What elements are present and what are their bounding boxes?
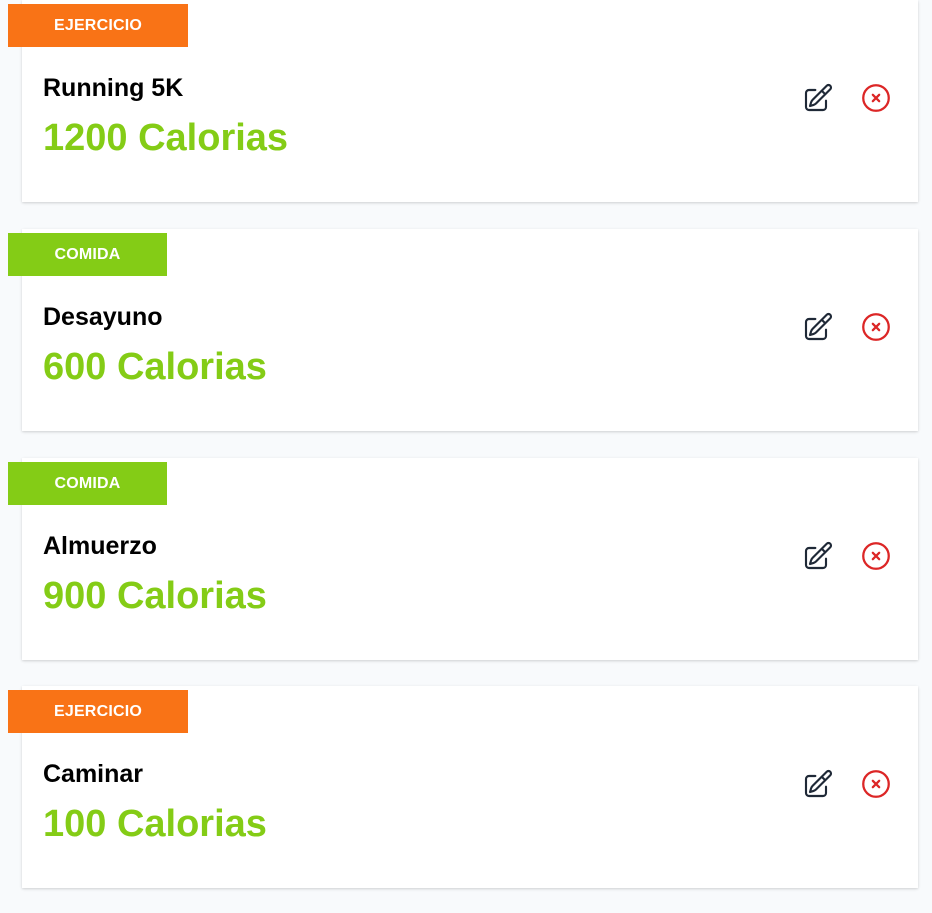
pencil-square-icon <box>804 84 832 112</box>
activity-name: Almuerzo <box>43 532 157 560</box>
x-circle-icon <box>862 84 890 112</box>
delete-button[interactable] <box>858 309 894 345</box>
activity-card: Ejercicio Running 5K 1200 Calorias <box>8 0 918 202</box>
pencil-square-icon <box>804 313 832 341</box>
calories-value: 600 Calorias <box>43 346 267 388</box>
card-actions <box>800 80 894 116</box>
x-circle-icon <box>862 770 890 798</box>
category-badge: Ejercicio <box>8 690 188 733</box>
category-badge: Comida <box>8 233 167 276</box>
delete-button[interactable] <box>858 538 894 574</box>
activity-card: Comida Desayuno 600 Calorias <box>8 229 918 431</box>
card-actions <box>800 538 894 574</box>
activity-card: Comida Almuerzo 900 Calorias <box>8 458 918 660</box>
activity-name: Caminar <box>43 760 144 788</box>
x-circle-icon <box>862 313 890 341</box>
activity-name: Running 5K <box>43 74 184 102</box>
delete-button[interactable] <box>858 80 894 116</box>
calories-value: 900 Calorias <box>43 575 267 617</box>
category-badge: Comida <box>8 462 167 505</box>
calories-value: 1200 Calorias <box>43 117 289 159</box>
pencil-square-icon <box>804 542 832 570</box>
pencil-square-icon <box>804 770 832 798</box>
delete-button[interactable] <box>858 766 894 802</box>
edit-button[interactable] <box>800 309 836 345</box>
card-actions <box>800 309 894 345</box>
edit-button[interactable] <box>800 538 836 574</box>
card-actions <box>800 766 894 802</box>
activity-name: Desayuno <box>43 303 163 331</box>
edit-button[interactable] <box>800 80 836 116</box>
edit-button[interactable] <box>800 766 836 802</box>
x-circle-icon <box>862 542 890 570</box>
calories-value: 100 Calorias <box>43 803 267 845</box>
activity-card: Ejercicio Caminar 100 Calorias <box>8 686 918 888</box>
category-badge: Ejercicio <box>8 4 188 47</box>
